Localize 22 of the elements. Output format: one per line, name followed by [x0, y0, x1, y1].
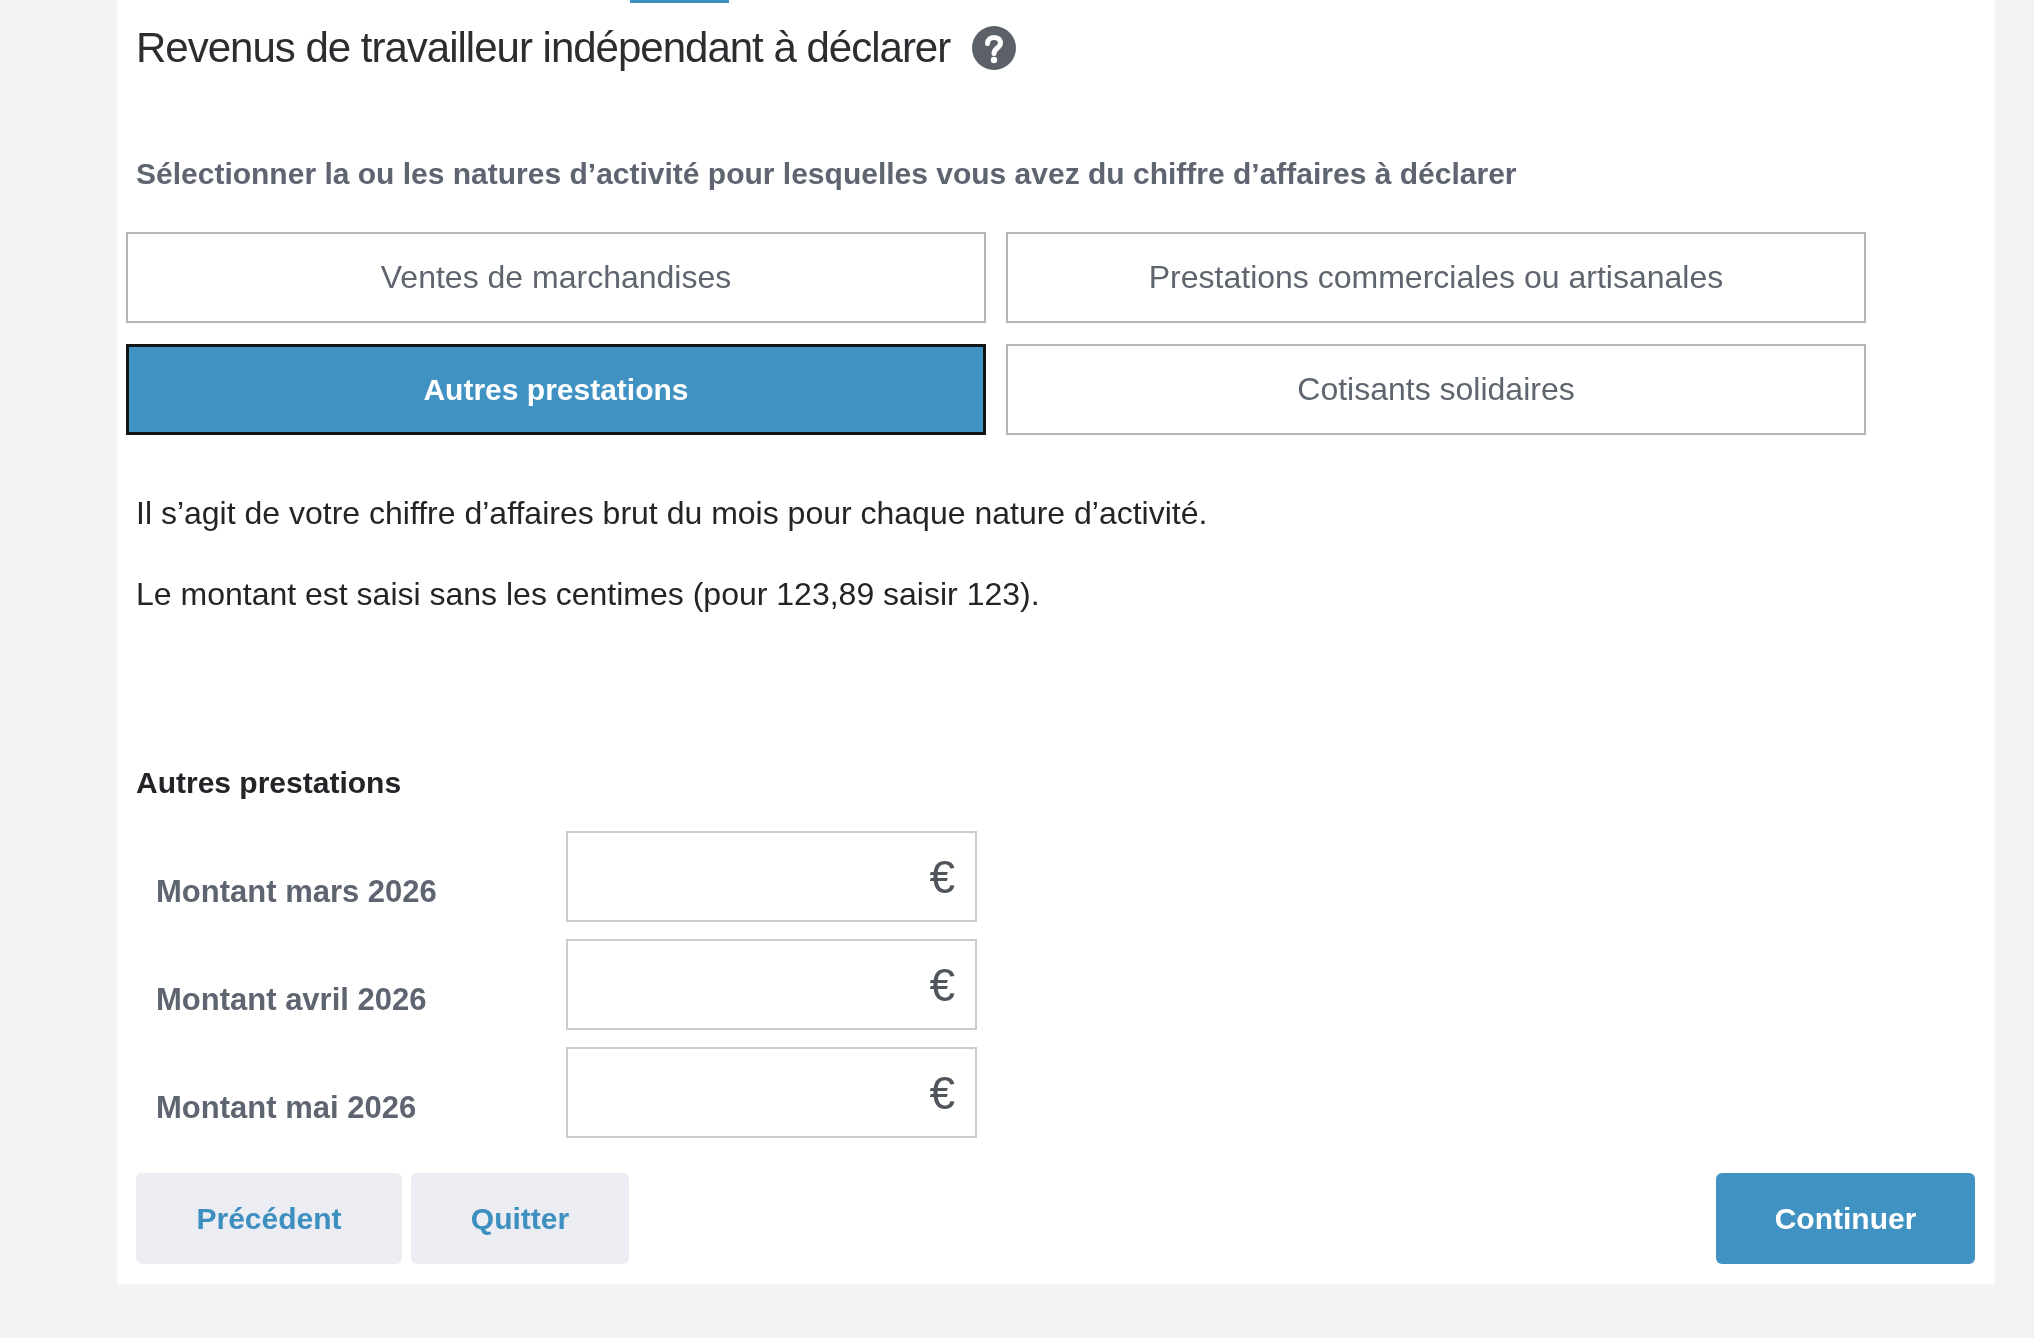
euro-symbol: €	[929, 1066, 955, 1119]
activity-option[interactable]: Ventes de marchandises	[126, 232, 986, 323]
activity-option[interactable]: Prestations commerciales ou artisanales	[1006, 232, 1866, 323]
secondary-button[interactable]: Précédent	[136, 1173, 402, 1264]
amount-field[interactable]: €	[566, 1047, 977, 1138]
euro-symbol: €	[929, 958, 955, 1011]
instruction-text: Sélectionner la ou les natures d’activité pour lesquelles vous avez du chiffre d’affaires à déclarer	[136, 156, 1518, 192]
activity-option[interactable]: Cotisants solidaires	[1006, 344, 1866, 435]
page-title: Revenus de travailleur indépendant à déclarer	[136, 24, 951, 72]
help-icon[interactable]	[972, 26, 1017, 70]
activity-option[interactable]: Autres prestations	[126, 344, 986, 435]
amount-field[interactable]: €	[566, 939, 977, 1030]
secondary-button[interactable]: Quitter	[411, 1173, 629, 1264]
field-label: Montant avril 2026	[155, 980, 428, 1018]
amount-field[interactable]: €	[566, 831, 977, 922]
field-label: Montant mai 2026	[155, 1088, 418, 1126]
section-title: Autres prestations	[136, 765, 403, 801]
field-label: Montant mars 2026	[155, 872, 438, 910]
primary-button[interactable]: Continuer	[1716, 1173, 1975, 1264]
euro-symbol: €	[929, 850, 955, 903]
info-text: Le montant est saisi sans les centimes (pour 123,89 saisir 123).	[136, 575, 1041, 613]
info-text: Il s’agit de votre chiffre d’affaires brut du mois pour chaque nature d’activité.	[136, 494, 1209, 532]
